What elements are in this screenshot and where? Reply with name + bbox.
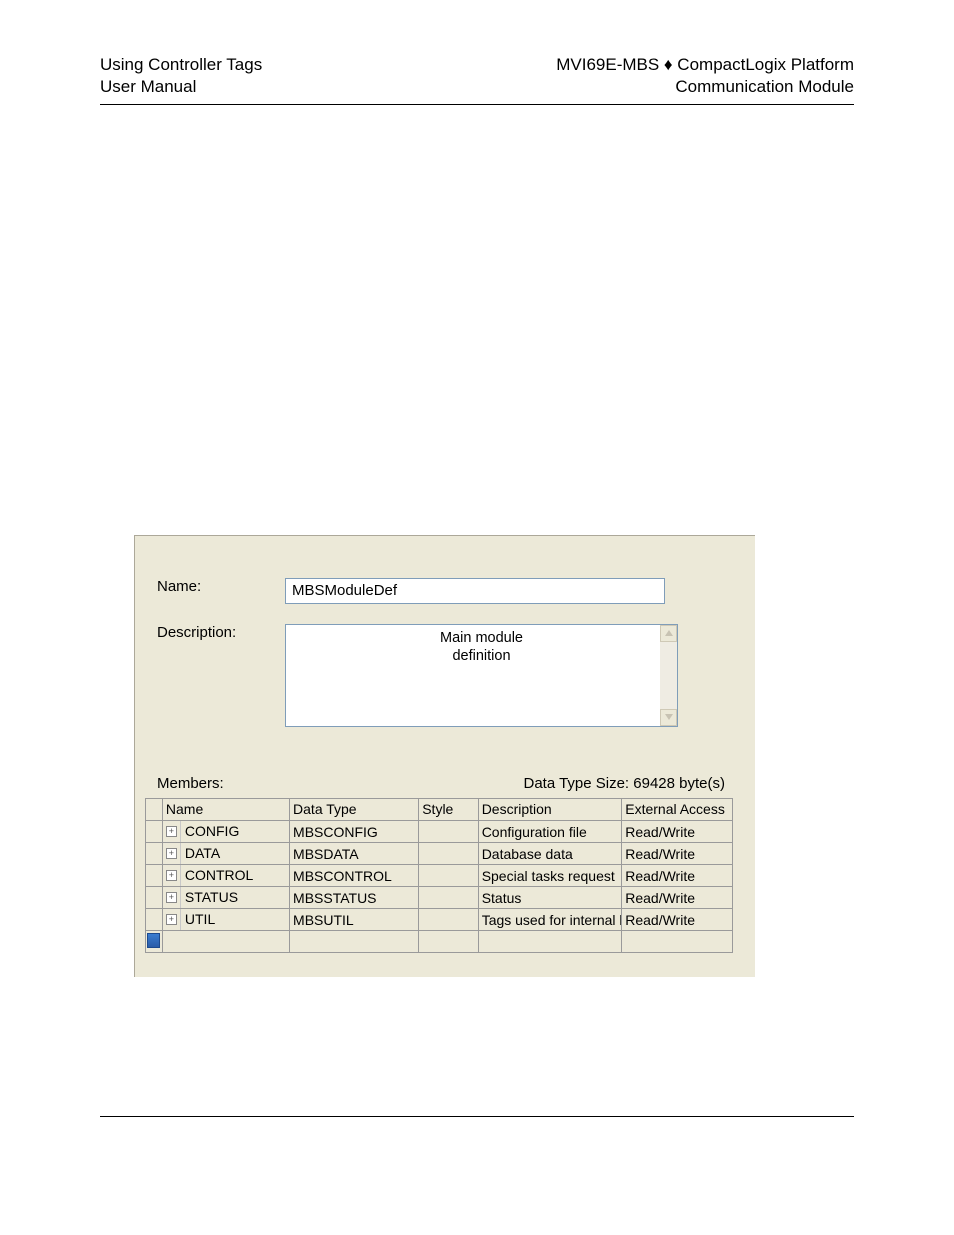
cell-style[interactable]	[419, 887, 478, 909]
empty-cell[interactable]	[478, 931, 622, 953]
table-row[interactable]: + DATAMBSDATA Database dataRead/Write	[146, 843, 733, 865]
scroll-up-button[interactable]	[660, 625, 677, 642]
cell-data-type[interactable]: MBSDATA	[290, 843, 419, 865]
header-right-line2: Communication Module	[556, 76, 854, 98]
cell-name[interactable]: + CONFIG	[162, 821, 289, 843]
grid-header-data-type[interactable]: Data Type	[290, 799, 419, 821]
cell-name[interactable]: + STATUS	[162, 887, 289, 909]
empty-cell[interactable]	[622, 931, 733, 953]
cell-description[interactable]: Tags used for internal l	[478, 909, 622, 931]
cell-external-access[interactable]: Read/Write	[622, 821, 733, 843]
cell-data-type[interactable]: MBSCONFIG	[290, 821, 419, 843]
table-row[interactable]: + STATUSMBSSTATUS StatusRead/Write	[146, 887, 733, 909]
cell-description[interactable]: Status	[478, 887, 622, 909]
cell-style[interactable]	[419, 821, 478, 843]
members-label: Members:	[157, 775, 224, 792]
cell-style[interactable]	[419, 843, 478, 865]
members-grid: Name Data Type Style Description Externa…	[145, 798, 733, 954]
header-right: MVI69E-MBS ♦ CompactLogix Platform Commu…	[556, 54, 854, 98]
cell-name[interactable]: + UTIL	[162, 909, 289, 931]
cell-data-type[interactable]: MBSCONTROL	[290, 865, 419, 887]
grid-header-external-access[interactable]: External Access	[622, 799, 733, 821]
header-left-line1: Using Controller Tags	[100, 54, 262, 76]
data-type-size-label: Data Type Size: 69428 byte(s)	[523, 775, 725, 792]
table-row-empty[interactable]	[146, 931, 733, 953]
cell-description[interactable]: Configuration file	[478, 821, 622, 843]
cell-style[interactable]	[419, 909, 478, 931]
data-type-panel: Name: Description: Main moduledefinition	[134, 535, 755, 978]
new-row-icon[interactable]	[147, 933, 160, 948]
page-header: Using Controller Tags User Manual MVI69E…	[100, 54, 854, 98]
description-label: Description:	[157, 624, 285, 641]
grid-header-style[interactable]: Style	[419, 799, 478, 821]
expand-icon[interactable]: +	[166, 914, 177, 925]
row-gutter	[146, 909, 162, 931]
cell-external-access[interactable]: Read/Write	[622, 865, 733, 887]
header-right-line1: MVI69E-MBS ♦ CompactLogix Platform	[556, 54, 854, 76]
scroll-down-button[interactable]	[660, 709, 677, 726]
expand-icon[interactable]: +	[166, 892, 177, 903]
empty-cell[interactable]	[162, 931, 289, 953]
cell-style[interactable]	[419, 865, 478, 887]
cell-data-type[interactable]: MBSUTIL	[290, 909, 419, 931]
cell-description[interactable]: Database data	[478, 843, 622, 865]
cell-name[interactable]: + CONTROL	[162, 865, 289, 887]
expand-icon[interactable]: +	[166, 870, 177, 881]
cell-description[interactable]: Special tasks request	[478, 865, 622, 887]
expand-icon[interactable]: +	[166, 826, 177, 837]
expand-icon[interactable]: +	[166, 848, 177, 859]
name-input[interactable]	[285, 578, 665, 604]
cell-external-access[interactable]: Read/Write	[622, 909, 733, 931]
header-left-line2: User Manual	[100, 76, 262, 98]
row-gutter	[146, 843, 162, 865]
row-gutter	[146, 865, 162, 887]
cell-name-text: CONFIG	[181, 821, 289, 842]
cell-data-type[interactable]: MBSSTATUS	[290, 887, 419, 909]
table-row[interactable]: + CONFIGMBSCONFIG Configuration fileRead/W…	[146, 821, 733, 843]
cell-name-text: UTIL	[181, 909, 289, 930]
name-label: Name:	[157, 578, 285, 595]
cell-external-access[interactable]: Read/Write	[622, 843, 733, 865]
cell-name-text: DATA	[181, 843, 289, 864]
description-textarea[interactable]: Main moduledefinition	[285, 624, 678, 727]
grid-header-gutter	[146, 799, 162, 821]
chevron-down-icon	[665, 714, 673, 720]
row-gutter	[146, 931, 162, 953]
row-gutter	[146, 821, 162, 843]
empty-cell[interactable]	[419, 931, 478, 953]
row-gutter	[146, 887, 162, 909]
header-left: Using Controller Tags User Manual	[100, 54, 262, 98]
grid-header-name[interactable]: Name	[162, 799, 289, 821]
table-row[interactable]: + UTILMBSUTIL Tags used for internal lRead…	[146, 909, 733, 931]
description-text: Main moduledefinition	[286, 625, 677, 667]
empty-cell[interactable]	[290, 931, 419, 953]
cell-external-access[interactable]: Read/Write	[622, 887, 733, 909]
grid-header-description[interactable]: Description	[478, 799, 622, 821]
cell-name[interactable]: + DATA	[162, 843, 289, 865]
table-row[interactable]: + CONTROLMBSCONTROL Special tasks requestR…	[146, 865, 733, 887]
description-scrollbar[interactable]	[660, 625, 677, 726]
grid-header-row: Name Data Type Style Description Externa…	[146, 799, 733, 821]
cell-name-text: CONTROL	[181, 865, 289, 886]
chevron-up-icon	[665, 630, 673, 636]
footer-divider	[100, 1116, 854, 1117]
header-divider	[100, 104, 854, 105]
cell-name-text: STATUS	[181, 887, 289, 908]
